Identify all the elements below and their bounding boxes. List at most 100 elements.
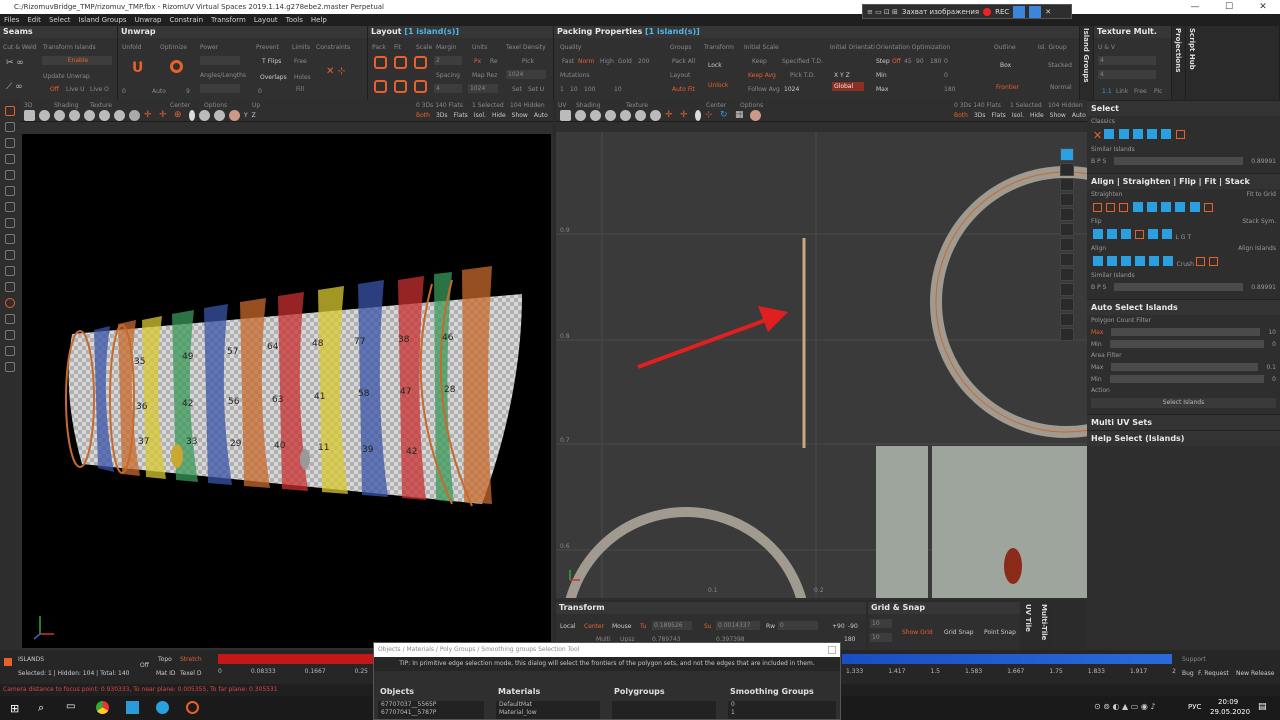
box-select-icon[interactable]	[5, 122, 15, 132]
rw-field[interactable]: 0	[778, 621, 818, 630]
align-6-icon[interactable]	[1162, 256, 1173, 266]
straighten-4-icon[interactable]	[1132, 202, 1143, 212]
tray-icons[interactable]: ⊙ ⊚ ◐ ▲ ▭ ◉ ♪	[1094, 702, 1155, 711]
select-invert-icon[interactable]	[1118, 129, 1129, 139]
menu-files[interactable]: Files	[4, 14, 19, 26]
v-mult-field[interactable]: 4	[1098, 70, 1156, 79]
grid-icon[interactable]	[5, 170, 15, 180]
uv-pattern-icon[interactable]	[635, 110, 646, 121]
fit-grid-2-icon[interactable]	[1175, 202, 1186, 212]
vp3d-3ds-button[interactable]: 3Ds	[436, 112, 448, 119]
vp3d-hide-button[interactable]: Hide	[492, 112, 506, 119]
uv-tile-title[interactable]: UV Tile	[1024, 604, 1032, 632]
texture-white-icon[interactable]	[84, 110, 95, 121]
step-off[interactable]: Off	[892, 58, 901, 65]
flip-6-icon[interactable]	[1161, 229, 1172, 239]
margin-field[interactable]: 2	[434, 56, 462, 65]
mutations-v10b[interactable]: 10	[614, 86, 622, 93]
pick-td-button[interactable]: Pick T.D.	[790, 72, 815, 79]
straighten-2-icon[interactable]	[1106, 203, 1116, 212]
texel-d-button[interactable]: Texel D	[180, 670, 201, 677]
uv-solid-icon[interactable]	[575, 110, 586, 121]
shield-icon[interactable]	[5, 250, 15, 260]
min-value[interactable]: 0	[944, 72, 948, 79]
menu-island-groups[interactable]: Island Groups	[79, 14, 127, 26]
vp3d-isol-button[interactable]: Isol.	[474, 112, 486, 119]
close-button[interactable]: ✕	[1246, 0, 1280, 14]
projections-tab[interactable]: Projections	[1172, 26, 1186, 100]
menu-layout[interactable]: Layout	[254, 14, 278, 26]
center-button[interactable]: Center	[584, 623, 604, 630]
object-item-0[interactable]: 67707037__5565P	[381, 701, 484, 709]
poly-min-slider[interactable]	[1109, 340, 1265, 348]
sphere-icon[interactable]	[5, 298, 15, 308]
up-y-button[interactable]: Y	[244, 112, 248, 119]
projections-title[interactable]: Projections	[1174, 28, 1182, 72]
shading-solid-icon[interactable]	[39, 110, 50, 121]
uv-center2-icon[interactable]: ✛	[680, 110, 691, 121]
materials-list[interactable]: DefaultMat Material_low	[496, 701, 600, 719]
t-button[interactable]: T	[1187, 234, 1191, 241]
step-180[interactable]: 180	[930, 58, 941, 65]
pin-icon[interactable]	[5, 234, 15, 244]
vp3d-flats-button[interactable]: Flats	[454, 112, 468, 119]
select-loop-icon[interactable]	[1161, 129, 1172, 139]
select-tool-icon[interactable]	[5, 106, 15, 116]
uv-show-button[interactable]: Show	[1050, 112, 1066, 119]
scale-icon-2[interactable]	[414, 80, 427, 93]
fit-grid-3-icon[interactable]	[1189, 202, 1200, 212]
minimize-button[interactable]: —	[1178, 0, 1212, 14]
island-groups-title[interactable]: Island Groups	[1082, 28, 1090, 83]
unlock-button[interactable]: Unlock	[708, 82, 728, 89]
optimize-value[interactable]: 9	[186, 88, 190, 95]
loc-icon[interactable]	[5, 362, 15, 372]
maximize-button[interactable]: ☐	[1212, 0, 1246, 14]
free-button[interactable]: Free	[1134, 88, 1147, 95]
weld-icon[interactable]: ⟋ ∞	[6, 82, 23, 92]
grid-v-field[interactable]: 10	[870, 633, 892, 642]
similar-islands-slider[interactable]	[1114, 157, 1244, 165]
fit-icon[interactable]	[394, 56, 407, 69]
mutations-v1[interactable]: 1	[560, 86, 564, 93]
knife-icon[interactable]	[5, 266, 15, 276]
overlaps-label[interactable]: Overlaps	[260, 74, 287, 81]
optimize-icon[interactable]	[170, 60, 183, 73]
follow-res-value[interactable]: 1024	[784, 86, 799, 93]
uv-auto-button[interactable]: Auto	[1072, 112, 1086, 119]
xyz-buttons[interactable]: X Y Z	[834, 72, 850, 79]
straighten-3-icon[interactable]	[1119, 203, 1129, 212]
cube-icon[interactable]	[5, 186, 15, 196]
uv-option-icon[interactable]: ⊹	[705, 110, 716, 121]
select-all-icon[interactable]	[1104, 129, 1115, 139]
sym-icon[interactable]	[5, 346, 15, 356]
overlaps-value[interactable]: 0	[258, 88, 262, 95]
stop-icon[interactable]	[1013, 5, 1026, 18]
off-toggle[interactable]: Off	[50, 86, 59, 93]
high-option[interactable]: High	[600, 58, 614, 65]
scale-icon[interactable]	[414, 56, 427, 69]
clock-date[interactable]: 29.05.2020	[1210, 708, 1250, 716]
uv-checker-tool-icon[interactable]	[1060, 298, 1074, 311]
uv-shape-tool-icon[interactable]	[1060, 253, 1074, 266]
material-item-0[interactable]: DefaultMat	[499, 701, 600, 709]
windows-start-icon[interactable]: ⊞	[10, 702, 19, 715]
grid-snap-button[interactable]: Grid Snap	[944, 629, 974, 636]
deselect-icon[interactable]: ✕	[1093, 129, 1102, 142]
menu-unwrap[interactable]: Unwrap	[135, 14, 162, 26]
spacing-field[interactable]: 4	[434, 84, 462, 93]
stacked-button[interactable]: Stacked	[1048, 62, 1072, 69]
align-1-icon[interactable]	[1093, 256, 1103, 266]
uv-both-button[interactable]: Both	[954, 112, 968, 119]
mutations-v100[interactable]: 100	[584, 86, 595, 93]
uv-rect-tool-icon[interactable]	[1060, 223, 1074, 236]
shading-wire-icon[interactable]	[54, 110, 65, 121]
uv-wire-icon[interactable]	[590, 110, 601, 121]
align-4-icon[interactable]	[1134, 256, 1145, 266]
flip-3-icon[interactable]	[1120, 229, 1131, 239]
frontier-button[interactable]: Frontier	[996, 84, 1019, 91]
menu-edit[interactable]: Edit	[27, 14, 41, 26]
cut-icon[interactable]: ✂ ∞	[6, 58, 24, 68]
keep-button[interactable]: Keep	[752, 58, 767, 65]
uv-eraser-tool-icon[interactable]	[1060, 283, 1074, 296]
normal-button[interactable]: Normal	[1050, 84, 1072, 91]
